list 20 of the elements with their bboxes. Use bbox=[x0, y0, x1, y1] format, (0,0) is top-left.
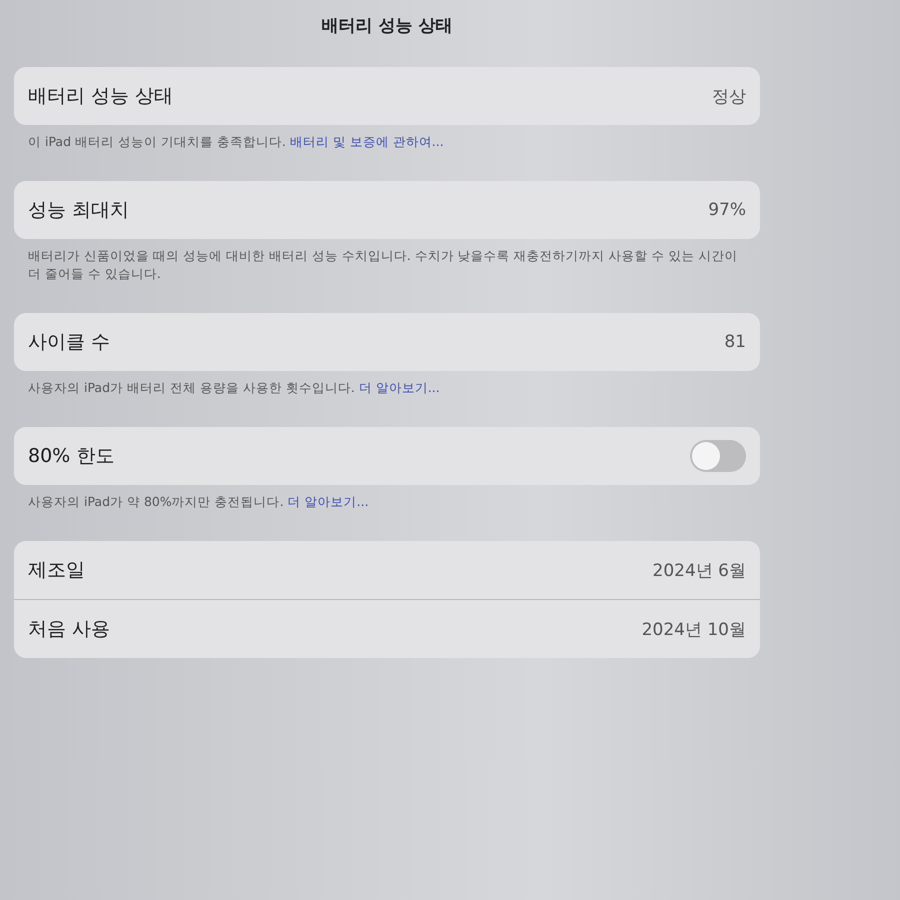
row-label: 사이클 수 bbox=[28, 330, 110, 355]
learn-more-link[interactable]: 더 알아보기... bbox=[288, 494, 369, 509]
row-value: 정상 bbox=[712, 86, 746, 108]
row-value: 97% bbox=[708, 200, 746, 220]
row-value: 81 bbox=[724, 332, 746, 352]
page-title: 배터리 성능 상태 bbox=[320, 15, 454, 38]
row-value: 2024년 6월 bbox=[652, 560, 746, 582]
footer-text: 배터리가 신품이었을 때의 성능에 대비한 배터리 성능 수치입니다. 수치가 낮을수록 재충전하기까지 사용할 수 있는 시간이 더 줄어들 수 있습니다. bbox=[28, 248, 738, 281]
row-label: 80% 한도 bbox=[28, 444, 114, 469]
footer-text: 이 iPad 배터리 성능이 기대치를 충족합니다. bbox=[28, 134, 286, 149]
row-label: 처음 사용 bbox=[28, 617, 110, 642]
footer-text: 사용자의 iPad가 배터리 전체 용량을 사용한 횟수입니다. bbox=[28, 380, 355, 395]
footer-text: 사용자의 iPad가 약 80%까지만 충전됩니다. bbox=[28, 494, 284, 509]
learn-more-link[interactable]: 더 알아보기... bbox=[358, 380, 440, 395]
toggle-switch[interactable] bbox=[690, 440, 746, 472]
row-value: 2024년 10월 bbox=[642, 618, 746, 640]
row-label: 제조일 bbox=[28, 558, 85, 583]
row-label: 성능 최대치 bbox=[28, 198, 130, 223]
learn-more-link[interactable]: 배터리 및 보증에 관하여... bbox=[290, 134, 444, 149]
row-label: 배터리 성능 상태 bbox=[28, 84, 174, 109]
